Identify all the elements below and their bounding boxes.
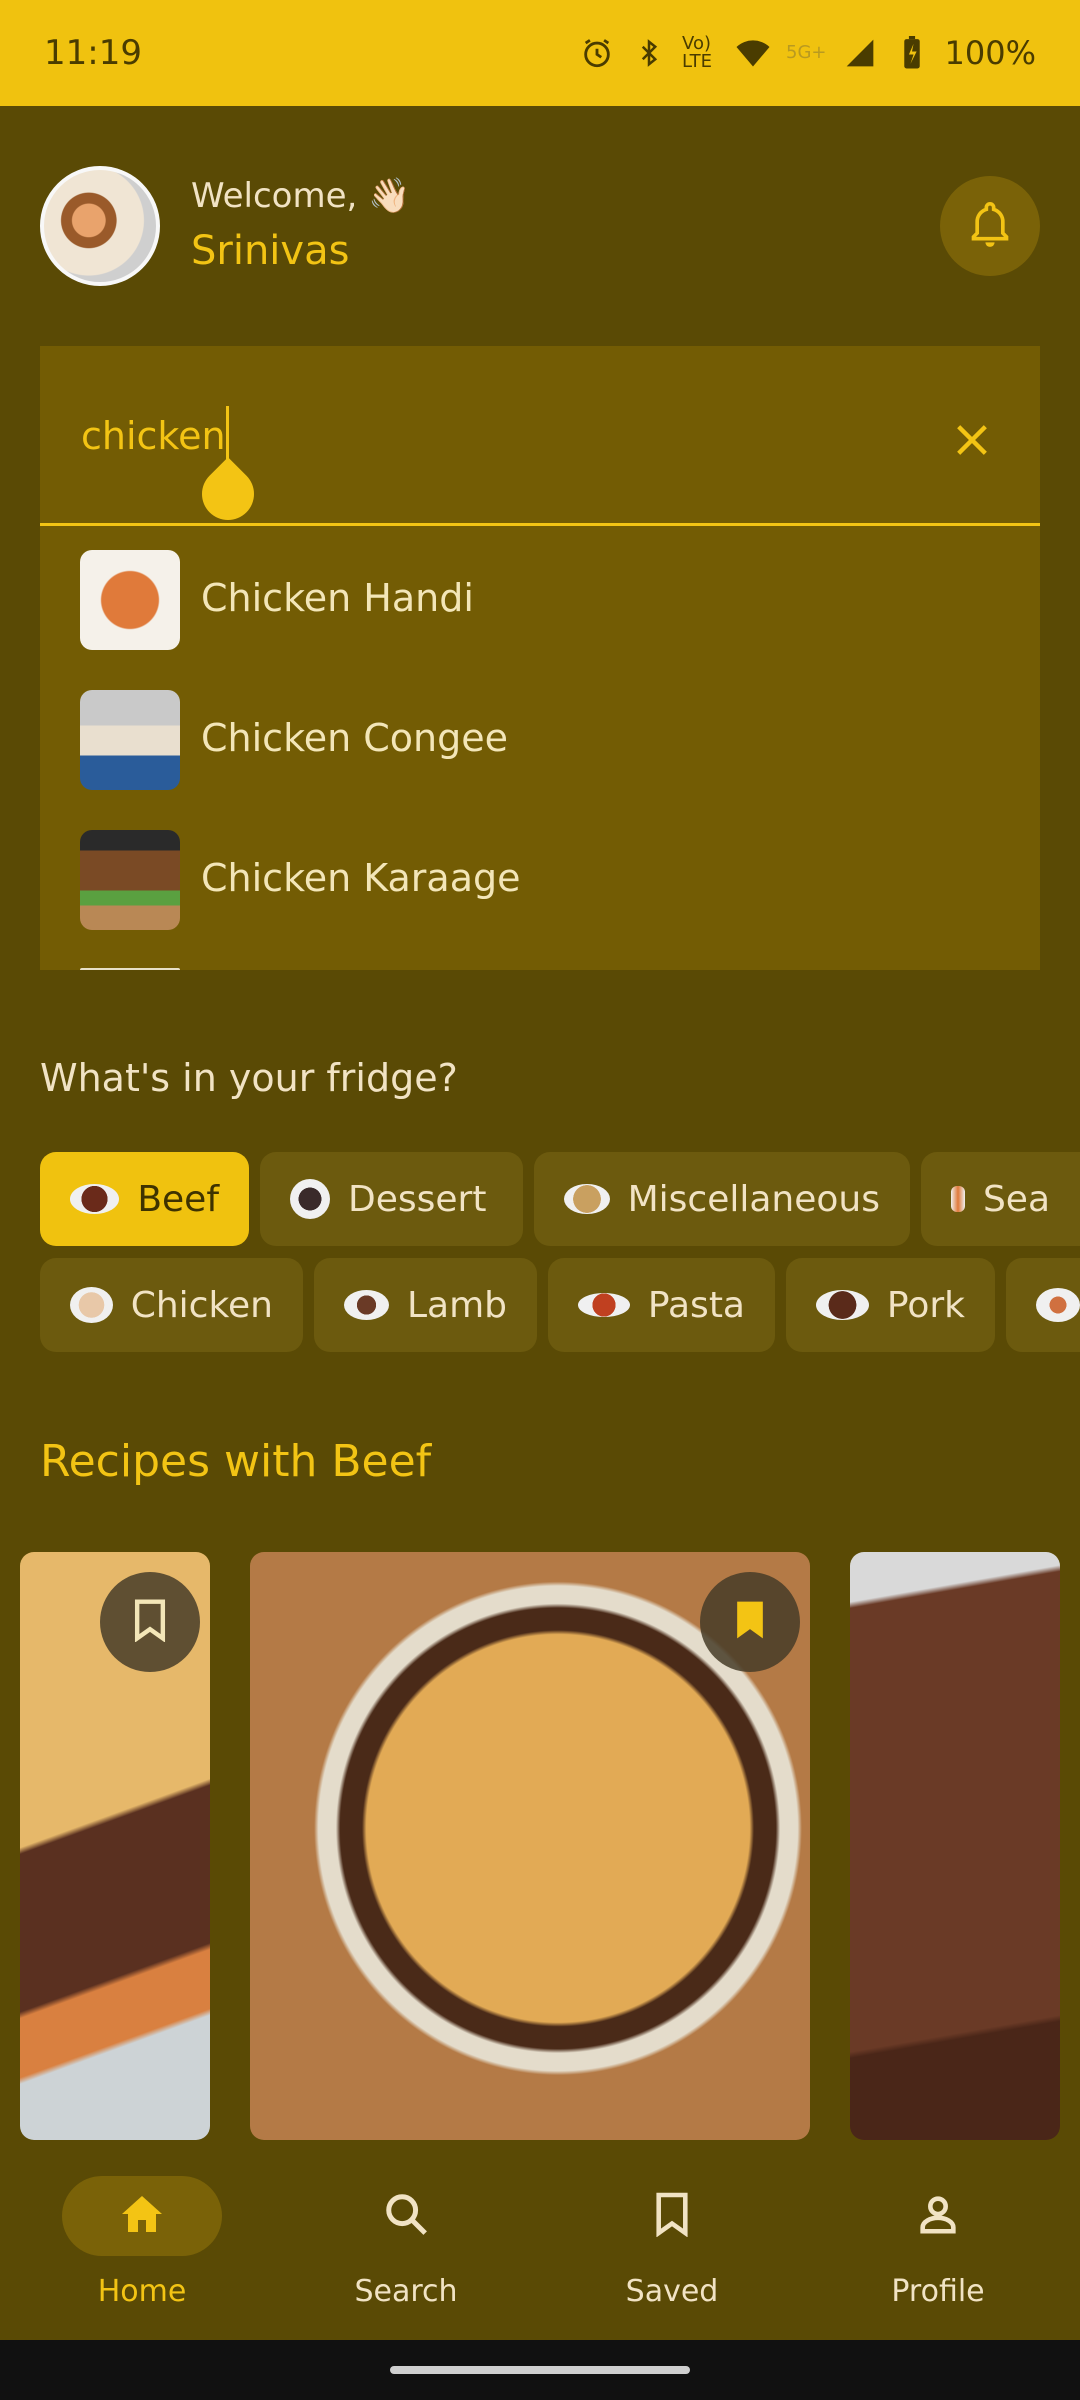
nav-home[interactable]: Home (62, 2176, 222, 2326)
home-icon (118, 2192, 166, 2240)
beef-icon (70, 1184, 120, 1214)
bookmark-icon (653, 2191, 691, 2241)
status-icons: Vo) LTE 5G+ 100% (578, 34, 1036, 72)
suggestion-thumbnail (80, 830, 180, 930)
text-cursor (226, 406, 229, 462)
search-input-value: chicken (81, 414, 226, 458)
suggestion-thumbnail (80, 690, 180, 790)
signal-icon (841, 34, 879, 72)
chip-lamb[interactable]: Lamb (314, 1258, 537, 1352)
wifi-icon (734, 34, 772, 72)
suggestion-item[interactable]: Chicken Congee (40, 668, 1040, 808)
nav-home-pill (62, 2176, 222, 2256)
chip-label: Pork (886, 1284, 965, 1326)
fridge-title: What's in your fridge? (40, 1056, 458, 1100)
recipe-card[interactable] (20, 1552, 210, 2140)
search-input[interactable]: chicken (40, 346, 1040, 531)
bookmark-button[interactable] (700, 1572, 800, 1672)
chip-label: Sea (982, 1178, 1050, 1220)
bookmark-button[interactable] (100, 1572, 200, 1672)
recipe-card[interactable] (850, 1552, 1060, 2140)
header: Welcome, 👋🏻 Srinivas (40, 166, 1040, 286)
search-icon (383, 2191, 429, 2241)
dessert-icon (290, 1179, 330, 1219)
miscellaneous-icon (564, 1184, 610, 1214)
bookmark-filled-icon (731, 1598, 769, 1646)
gesture-bar (0, 2340, 1080, 2400)
chip-miscellaneous[interactable]: Miscellaneous (534, 1152, 910, 1246)
cursor-handle[interactable] (191, 457, 265, 531)
volte-icon: Vo) LTE (682, 33, 712, 72)
status-bar: 11:19 Vo) LTE 5G+ 100% (0, 0, 1080, 106)
chip-label: Dessert (348, 1178, 487, 1220)
recipe-card[interactable] (250, 1552, 810, 2140)
suggestion-partial (80, 968, 180, 970)
suggestion-label: Chicken Handi (201, 576, 474, 620)
avatar[interactable] (40, 166, 160, 286)
chip-beef[interactable]: Beef (40, 1152, 249, 1246)
suggestion-thumbnail (80, 550, 180, 650)
search-container: chicken Chicken Handi Chicken Congee Chi… (40, 346, 1040, 970)
nav-label: Profile (891, 2274, 985, 2309)
close-icon (952, 420, 992, 464)
nav-profile[interactable]: Profile (858, 2176, 1018, 2326)
chicken-icon (70, 1287, 113, 1323)
battery-icon (893, 34, 931, 72)
nav-label: Saved (625, 2274, 719, 2309)
chip-label: Chicken (130, 1284, 273, 1326)
chip-dessert[interactable]: Dessert (260, 1152, 523, 1246)
profile-icon (915, 2191, 961, 2241)
clear-search-button[interactable] (944, 414, 1000, 470)
chip-seafood[interactable]: Sea (921, 1152, 1080, 1246)
nav-search[interactable]: Search (326, 2176, 486, 2326)
chip-pasta[interactable]: Pasta (548, 1258, 775, 1352)
chip-more[interactable] (1006, 1258, 1080, 1352)
chip-pork[interactable]: Pork (786, 1258, 995, 1352)
suggestion-item[interactable]: Chicken Handi (40, 528, 1040, 668)
chip-label: Lamb (406, 1284, 507, 1326)
suggestion-label: Chicken Congee (201, 716, 509, 760)
pork-icon (816, 1290, 869, 1320)
home-indicator[interactable] (390, 2366, 690, 2374)
nav-label: Home (97, 2274, 187, 2309)
bottom-navigation: Home Search Saved Profile (0, 2140, 1080, 2340)
lamb-icon (344, 1290, 389, 1320)
side-icon (1036, 1288, 1080, 1322)
chip-chicken[interactable]: Chicken (40, 1258, 303, 1352)
bookmark-outline-icon (131, 1598, 169, 1646)
network-type: 5G+ (786, 42, 827, 63)
bell-icon (968, 200, 1012, 252)
welcome-text: Welcome, 👋🏻 (191, 176, 411, 216)
user-name: Srinivas (191, 228, 350, 274)
alarm-icon (578, 34, 616, 72)
chip-label: Beef (137, 1178, 219, 1220)
nav-saved-pill (592, 2176, 752, 2256)
status-time: 11:19 (44, 33, 142, 73)
nav-label: Search (354, 2274, 458, 2309)
nav-profile-pill (858, 2176, 1018, 2256)
recipes-section-title: Recipes with Beef (40, 1436, 432, 1487)
chip-label: Pasta (647, 1284, 745, 1326)
suggestion-item[interactable]: Chicken Karaage (40, 808, 1040, 948)
chip-label: Miscellaneous (627, 1178, 880, 1220)
suggestion-label: Chicken Karaage (201, 856, 521, 900)
nav-search-pill (326, 2176, 486, 2256)
pasta-icon (578, 1293, 630, 1317)
nav-saved[interactable]: Saved (592, 2176, 752, 2326)
notifications-button[interactable] (940, 176, 1040, 276)
seafood-icon (951, 1186, 965, 1212)
battery-level: 100% (944, 34, 1036, 72)
bluetooth-icon (630, 34, 668, 72)
